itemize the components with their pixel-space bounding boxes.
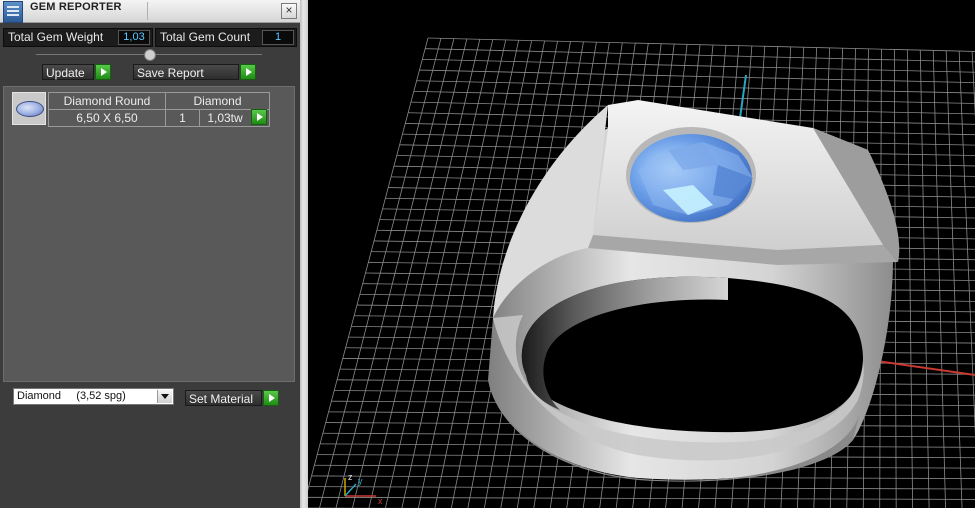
gem-info-table: Diamond Round 6,50 X 6,50 Diamond 1 1,03…: [48, 92, 270, 127]
splitter-handle[interactable]: [144, 49, 156, 61]
update-button[interactable]: Update: [42, 64, 94, 80]
gizmo-y-label: y: [358, 476, 363, 486]
gem-material: Diamond: [193, 94, 242, 108]
title-bar[interactable]: GEM REPORTER ×: [0, 0, 300, 23]
gem-weight: 1,03tw: [207, 111, 243, 125]
set-material-play-icon[interactable]: [263, 390, 279, 406]
save-report-button[interactable]: Save Report: [133, 64, 239, 80]
gem-count: 1: [179, 111, 186, 125]
gizmo-x-label: x: [378, 496, 383, 506]
gizmo-z-label: z: [348, 472, 353, 482]
update-play-icon[interactable]: [95, 64, 111, 80]
gem-row-play-icon[interactable]: [251, 109, 267, 125]
total-gem-count-value: 1: [262, 30, 294, 45]
gem-thumbnail-icon: [12, 92, 46, 125]
panel-splitter[interactable]: [300, 0, 308, 508]
axis-gizmo-icon: z y x: [344, 472, 383, 506]
material-select-value: Diamond (3,52 spg): [17, 390, 126, 402]
total-gem-weight-value: 1,03: [118, 30, 150, 45]
title-separator: [147, 2, 148, 20]
gem-reporter-panel: GEM REPORTER × Total Gem Weight 1,03 Tot…: [0, 0, 300, 508]
viewport-scene: z y x: [308, 37, 975, 508]
total-gem-count-box: Total Gem Count 1: [155, 28, 297, 47]
ring-model: [488, 100, 900, 482]
gem-size: 6,50 X 6,50: [76, 111, 138, 125]
gem-reporter-app-icon: [3, 1, 23, 23]
y-axis-line-top: [739, 74, 747, 119]
close-icon[interactable]: ×: [281, 3, 297, 19]
total-gem-weight-box: Total Gem Weight 1,03: [3, 28, 153, 47]
save-report-play-icon[interactable]: [240, 64, 256, 80]
3d-viewport[interactable]: z y x: [308, 0, 975, 508]
material-select[interactable]: Diamond (3,52 spg): [13, 388, 174, 405]
total-gem-weight-label: Total Gem Weight: [8, 30, 104, 44]
set-material-button[interactable]: Set Material: [185, 390, 262, 406]
gem-list: Diamond Round 6,50 X 6,50 Diamond 1 1,03…: [3, 86, 295, 382]
total-gem-count-label: Total Gem Count: [160, 30, 251, 44]
dropdown-arrow-icon[interactable]: [157, 390, 172, 403]
gem-name: Diamond Round: [63, 94, 151, 108]
window-title: GEM REPORTER: [30, 1, 122, 13]
